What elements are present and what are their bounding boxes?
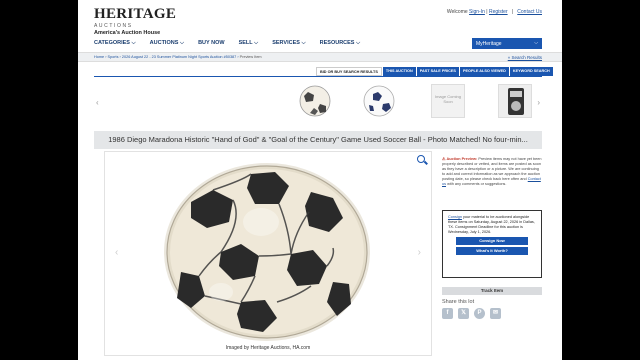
logo-sub: AUCTIONS bbox=[94, 23, 133, 29]
main-nav: CATEGORIES ⌵ AUCTIONS ⌵ BUY NOW SELL ⌵ S… bbox=[94, 40, 360, 47]
consign-text: your material to be auctioned alongside … bbox=[448, 215, 535, 234]
tab-people-also-viewed[interactable]: PEOPLE ALSO VIEWED bbox=[459, 67, 509, 76]
auction-preview-notice: ⚠ Auction Preview: Preview items may not… bbox=[442, 157, 542, 187]
nav-sell[interactable]: SELL ⌵ bbox=[239, 40, 259, 47]
nav-auctions[interactable]: AUCTIONS ⌵ bbox=[150, 40, 184, 47]
image-prev-icon[interactable]: ‹ bbox=[115, 247, 118, 258]
welcome-text: Welcome bbox=[446, 9, 468, 15]
thumbnail-ball-1[interactable] bbox=[298, 84, 332, 118]
contact-us-link[interactable]: Contact Us bbox=[517, 9, 542, 15]
chevron-right-icon[interactable]: › bbox=[537, 98, 540, 107]
thumbnail-slab[interactable] bbox=[498, 84, 532, 118]
logo-tagline: America's Auction House bbox=[94, 30, 161, 36]
consign-link[interactable]: Consign bbox=[448, 215, 462, 219]
sign-in-link[interactable]: Sign-In bbox=[469, 9, 485, 15]
nav-categories[interactable]: CATEGORIES ⌵ bbox=[94, 40, 136, 47]
share-heading: Share this lot bbox=[442, 299, 475, 305]
nav-resources[interactable]: RESOURCES ⌵ bbox=[320, 40, 361, 47]
results-tabs: BID OR BUY SEARCH RESULTS THIS AUCTION P… bbox=[316, 67, 553, 76]
breadcrumb-bar: Home › Sports › 2026 August 22 - 23 Summ… bbox=[78, 52, 562, 62]
preview-label: Auction Preview: bbox=[446, 157, 478, 161]
breadcrumb-sports[interactable]: Sports bbox=[108, 55, 119, 59]
chevron-left-icon[interactable]: ‹ bbox=[96, 98, 99, 107]
track-item-button[interactable]: Track Item bbox=[442, 287, 542, 295]
tab-bid-or-buy[interactable]: BID OR BUY SEARCH RESULTS bbox=[316, 67, 382, 76]
image-credit: Imaged by Heritage Auctions, HA.com bbox=[225, 345, 311, 351]
tab-keyword-search[interactable]: KEYWORD SEARCH bbox=[509, 67, 553, 76]
breadcrumb: Home › Sports › 2026 August 22 - 23 Summ… bbox=[94, 55, 262, 59]
search-results-link[interactable]: « Search Results bbox=[508, 55, 542, 60]
breadcrumb-home[interactable]: Home bbox=[94, 55, 104, 59]
pinterest-icon[interactable]: P bbox=[474, 308, 485, 319]
breadcrumb-current: Preview Item bbox=[239, 55, 262, 59]
tab-past-sale-prices[interactable]: PAST SALE PRICES bbox=[416, 67, 459, 76]
welcome-separator: | bbox=[486, 9, 488, 15]
breadcrumb-auction[interactable]: 2026 August 22 - 23 Summer Platinum Nigh… bbox=[122, 55, 236, 59]
soccer-ball-image bbox=[164, 163, 370, 341]
nav-services[interactable]: SERVICES ⌵ bbox=[272, 40, 305, 47]
slab-ball bbox=[511, 101, 521, 111]
zoom-icon[interactable] bbox=[417, 155, 425, 163]
chevron-down-icon: ⌵ bbox=[534, 40, 538, 46]
nav-buy-now[interactable]: BUY NOW bbox=[198, 40, 224, 47]
thumbnail-strip: ‹ Image Coming Soon › bbox=[94, 80, 542, 128]
myheritage-dropdown[interactable]: MyHeritage ⌵ bbox=[472, 38, 542, 49]
myheritage-label: MyHeritage bbox=[476, 41, 502, 47]
consign-box: Consign your material to be auctioned al… bbox=[442, 210, 542, 278]
slab-label bbox=[510, 91, 522, 97]
main-image-panel[interactable]: ‹ › Imaged by Heritage Auctions, HA.com bbox=[104, 151, 432, 356]
contact-separator: | bbox=[511, 9, 514, 15]
thumbnail-coming-soon[interactable]: Image Coming Soon bbox=[431, 84, 465, 118]
item-title: 1986 Diego Maradona Historic "Hand of Go… bbox=[94, 131, 542, 149]
thumbnail-ball-2[interactable] bbox=[362, 84, 396, 118]
x-icon[interactable]: 𝕏 bbox=[458, 308, 469, 319]
social-share-icons: f 𝕏 P ✉ bbox=[442, 308, 501, 319]
image-next-icon[interactable]: › bbox=[418, 247, 421, 258]
email-icon[interactable]: ✉ bbox=[490, 308, 501, 319]
whats-it-worth-button[interactable]: What's It Worth? bbox=[456, 247, 528, 255]
logo-main: HERITAGE bbox=[94, 6, 177, 22]
warning-icon: ⚠ bbox=[442, 157, 446, 161]
facebook-icon[interactable]: f bbox=[442, 308, 453, 319]
tab-this-auction[interactable]: THIS AUCTION bbox=[382, 67, 416, 76]
consign-now-button[interactable]: Consign Now bbox=[456, 237, 528, 245]
heritage-logo[interactable]: HERITAGE AUCTIONS America's Auction Hous… bbox=[94, 6, 177, 37]
preview-tail: with any comments or suggestions. bbox=[447, 182, 507, 186]
welcome-bar: Welcome Sign-In | Register | Contact Us bbox=[447, 9, 542, 15]
register-link[interactable]: Register bbox=[489, 9, 508, 15]
tab-divider bbox=[94, 76, 542, 77]
coming-soon-text: Image Coming Soon bbox=[434, 94, 461, 104]
page: HERITAGE AUCTIONS America's Auction Hous… bbox=[78, 0, 562, 360]
